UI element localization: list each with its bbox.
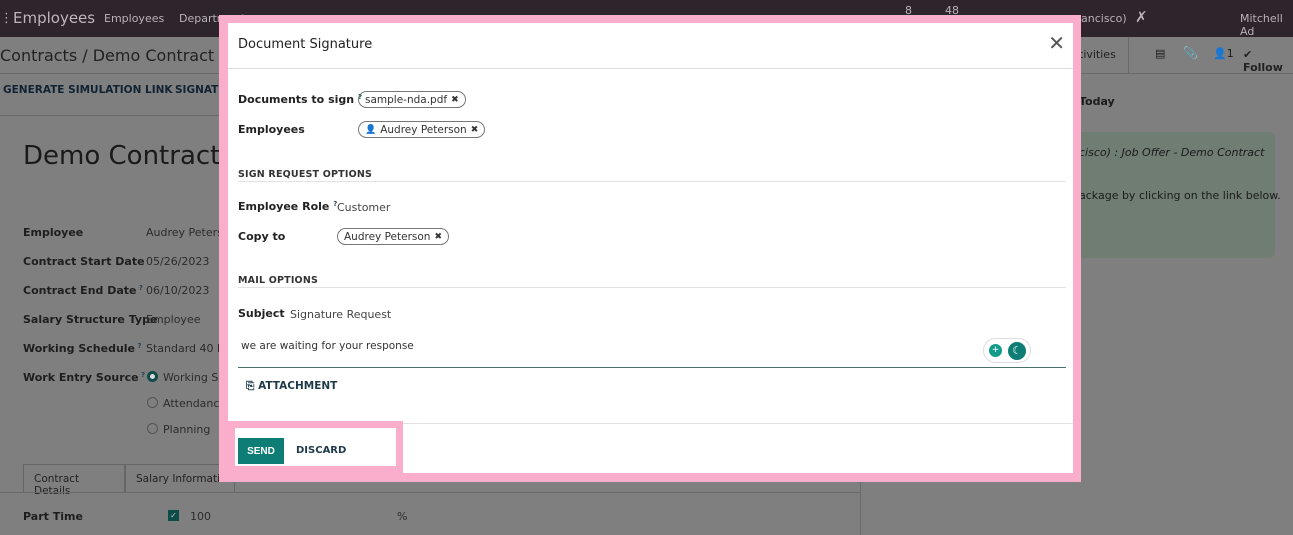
remove-icon[interactable]: ✖ bbox=[434, 232, 442, 242]
message-subject: cisco) : Job Offer - Demo Contract bbox=[1079, 146, 1265, 159]
message-body-text: we are waiting for your response bbox=[241, 340, 414, 352]
breadcrumb[interactable]: Contracts / Demo Contract bbox=[0, 46, 214, 65]
field-value[interactable]: 05/26/2023 bbox=[146, 255, 209, 268]
followers-count: 1 bbox=[1226, 47, 1234, 60]
document-tag[interactable]: sample-nda.pdf ✖ bbox=[358, 91, 466, 108]
part-time-label: Part Time bbox=[23, 510, 83, 523]
ai-tools: + ☾ bbox=[983, 338, 1031, 363]
paperclip-icon: ⎘ bbox=[246, 380, 255, 392]
send-button[interactable]: SEND bbox=[238, 438, 284, 464]
radio-unchecked[interactable] bbox=[147, 397, 158, 408]
field-label: Contract End Date ? bbox=[23, 284, 143, 297]
message-icon[interactable]: ▤ bbox=[1155, 47, 1165, 60]
date-separator: Today bbox=[1079, 95, 1115, 108]
part-time-value[interactable]: 100 bbox=[190, 510, 211, 523]
employee-tag[interactable]: 👤 Audrey Peterson ✖ bbox=[358, 121, 486, 138]
employees-label: Employees bbox=[238, 123, 305, 136]
close-icon[interactable]: ✕ bbox=[1048, 31, 1065, 55]
follow-label: Follow bbox=[1243, 61, 1283, 74]
employee-role-label: Employee Role ? bbox=[238, 200, 338, 213]
follow-button[interactable]: ✔ Follow bbox=[1243, 48, 1293, 74]
field-label: Working Schedule ? bbox=[23, 342, 142, 355]
field-label: Salary Structure Type bbox=[23, 313, 158, 326]
subject-label: Subject bbox=[238, 307, 285, 320]
field-label: Work Entry Source ? bbox=[23, 371, 146, 384]
tab-contract-details[interactable]: Contract Details bbox=[23, 464, 125, 497]
generate-simulation-link-button[interactable]: GENERATE SIMULATION LINK bbox=[3, 84, 173, 96]
attachment-button[interactable]: ⎘ ATTACHMENT bbox=[246, 380, 337, 393]
copy-to-tag[interactable]: Audrey Peterson ✖ bbox=[337, 228, 450, 245]
radio-label: Attendance bbox=[163, 397, 227, 410]
record-title: Demo Contract bbox=[23, 141, 221, 171]
field-value[interactable]: Audrey Peterso bbox=[146, 226, 230, 239]
field-value[interactable]: 06/10/2023 bbox=[146, 284, 209, 297]
part-time-checkbox[interactable]: ✓ bbox=[168, 510, 179, 521]
message-body: ackage by clicking on the link below. bbox=[1079, 189, 1281, 202]
radio-checked[interactable] bbox=[147, 371, 158, 382]
sign-request-options-heading: SIGN REQUEST OPTIONS bbox=[238, 169, 373, 180]
remove-icon[interactable]: ✖ bbox=[451, 95, 459, 105]
field-label: Contract Start Date bbox=[23, 255, 145, 268]
radio-label: Planning bbox=[163, 423, 211, 436]
field-label: Employee bbox=[23, 226, 84, 239]
activities-button[interactable]: tivities bbox=[1079, 48, 1116, 61]
subject-field[interactable]: Signature Request bbox=[290, 308, 391, 321]
followers-icon[interactable]: 👤1 bbox=[1213, 47, 1234, 60]
company-switcher[interactable]: ancisco) bbox=[1081, 12, 1127, 25]
menu-employees[interactable]: Employees bbox=[104, 12, 164, 25]
mail-options-heading: MAIL OPTIONS bbox=[238, 275, 319, 286]
field-value[interactable]: Employee bbox=[146, 313, 200, 326]
part-time-unit: % bbox=[397, 510, 408, 523]
lightbulb-icon[interactable]: + bbox=[989, 344, 1002, 357]
documents-label: Documents to sign ? bbox=[238, 93, 363, 106]
radio-label: Working Sc bbox=[163, 371, 225, 384]
message-body-editor[interactable]: we are waiting for your response + ☾ bbox=[238, 333, 1066, 368]
employee-role-field[interactable]: Customer bbox=[337, 201, 390, 214]
app-name[interactable]: Employees bbox=[13, 9, 95, 27]
remove-icon[interactable]: ✖ bbox=[471, 125, 479, 135]
user-menu[interactable]: Mitchell Ad bbox=[1240, 12, 1293, 38]
copy-to-label: Copy to bbox=[238, 230, 286, 243]
radio-unchecked[interactable] bbox=[147, 423, 158, 434]
document-signature-dialog: Document Signature ✕ Documents to sign ?… bbox=[228, 23, 1073, 473]
dialog-header: Document Signature ✕ bbox=[228, 23, 1073, 69]
avatar: 👤 bbox=[365, 124, 377, 135]
apps-menu-icon[interactable]: ⋮ bbox=[0, 11, 13, 26]
field-value[interactable]: Standard 40 h bbox=[146, 342, 224, 355]
attachment-icon[interactable]: 📎 bbox=[1183, 46, 1198, 60]
dialog-title: Document Signature bbox=[238, 37, 373, 52]
discard-button[interactable]: DISCARD bbox=[296, 445, 346, 456]
chatter-message: cisco) : Job Offer - Demo Contract ackag… bbox=[1070, 132, 1281, 258]
debug-tools-icon[interactable]: ✗ bbox=[1135, 8, 1148, 26]
loading-icon[interactable]: ☾ bbox=[1008, 342, 1026, 360]
